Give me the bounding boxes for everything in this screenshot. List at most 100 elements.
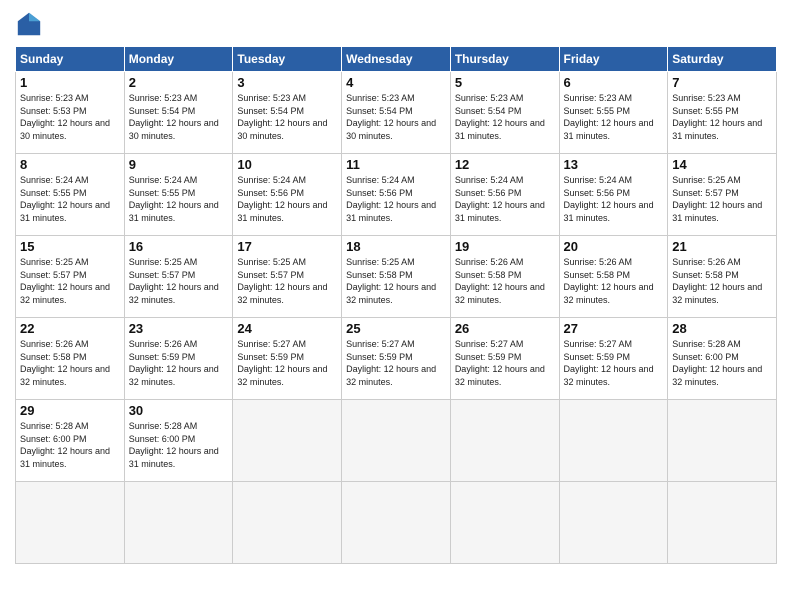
calendar-cell bbox=[233, 400, 342, 482]
calendar-cell bbox=[668, 482, 777, 564]
day-number: 28 bbox=[672, 321, 772, 336]
day-number: 21 bbox=[672, 239, 772, 254]
calendar-cell: 19 Sunrise: 5:26 AM Sunset: 5:58 PM Dayl… bbox=[450, 236, 559, 318]
day-info: Sunrise: 5:23 AM Sunset: 5:55 PM Dayligh… bbox=[672, 92, 772, 142]
calendar-cell: 1 Sunrise: 5:23 AM Sunset: 5:53 PM Dayli… bbox=[16, 72, 125, 154]
calendar-row: 15 Sunrise: 5:25 AM Sunset: 5:57 PM Dayl… bbox=[16, 236, 777, 318]
day-info: Sunrise: 5:25 AM Sunset: 5:57 PM Dayligh… bbox=[672, 174, 772, 224]
day-number: 23 bbox=[129, 321, 229, 336]
calendar-cell: 7 Sunrise: 5:23 AM Sunset: 5:55 PM Dayli… bbox=[668, 72, 777, 154]
day-number: 22 bbox=[20, 321, 120, 336]
day-number: 9 bbox=[129, 157, 229, 172]
day-info: Sunrise: 5:28 AM Sunset: 6:00 PM Dayligh… bbox=[672, 338, 772, 388]
calendar-row: 22 Sunrise: 5:26 AM Sunset: 5:58 PM Dayl… bbox=[16, 318, 777, 400]
day-info: Sunrise: 5:27 AM Sunset: 5:59 PM Dayligh… bbox=[237, 338, 337, 388]
day-info: Sunrise: 5:26 AM Sunset: 5:59 PM Dayligh… bbox=[129, 338, 229, 388]
day-number: 18 bbox=[346, 239, 446, 254]
calendar-cell: 3 Sunrise: 5:23 AM Sunset: 5:54 PM Dayli… bbox=[233, 72, 342, 154]
header-sunday: Sunday bbox=[16, 47, 125, 72]
calendar-row: 29 Sunrise: 5:28 AM Sunset: 6:00 PM Dayl… bbox=[16, 400, 777, 482]
calendar-table: Sunday Monday Tuesday Wednesday Thursday… bbox=[15, 46, 777, 564]
header bbox=[15, 10, 777, 38]
calendar-cell bbox=[342, 400, 451, 482]
day-info: Sunrise: 5:23 AM Sunset: 5:55 PM Dayligh… bbox=[564, 92, 664, 142]
day-info: Sunrise: 5:26 AM Sunset: 5:58 PM Dayligh… bbox=[455, 256, 555, 306]
calendar-cell: 30 Sunrise: 5:28 AM Sunset: 6:00 PM Dayl… bbox=[124, 400, 233, 482]
day-number: 7 bbox=[672, 75, 772, 90]
day-info: Sunrise: 5:23 AM Sunset: 5:54 PM Dayligh… bbox=[455, 92, 555, 142]
day-number: 16 bbox=[129, 239, 229, 254]
calendar-cell: 10 Sunrise: 5:24 AM Sunset: 5:56 PM Dayl… bbox=[233, 154, 342, 236]
day-number: 4 bbox=[346, 75, 446, 90]
day-number: 13 bbox=[564, 157, 664, 172]
day-number: 30 bbox=[129, 403, 229, 418]
calendar-cell: 6 Sunrise: 5:23 AM Sunset: 5:55 PM Dayli… bbox=[559, 72, 668, 154]
day-info: Sunrise: 5:23 AM Sunset: 5:54 PM Dayligh… bbox=[129, 92, 229, 142]
day-number: 11 bbox=[346, 157, 446, 172]
calendar-cell bbox=[342, 482, 451, 564]
header-thursday: Thursday bbox=[450, 47, 559, 72]
day-info: Sunrise: 5:28 AM Sunset: 6:00 PM Dayligh… bbox=[20, 420, 120, 470]
calendar-cell bbox=[559, 482, 668, 564]
header-monday: Monday bbox=[124, 47, 233, 72]
calendar-cell: 8 Sunrise: 5:24 AM Sunset: 5:55 PM Dayli… bbox=[16, 154, 125, 236]
day-info: Sunrise: 5:27 AM Sunset: 5:59 PM Dayligh… bbox=[346, 338, 446, 388]
day-info: Sunrise: 5:25 AM Sunset: 5:58 PM Dayligh… bbox=[346, 256, 446, 306]
calendar-cell: 4 Sunrise: 5:23 AM Sunset: 5:54 PM Dayli… bbox=[342, 72, 451, 154]
day-number: 26 bbox=[455, 321, 555, 336]
page: Sunday Monday Tuesday Wednesday Thursday… bbox=[0, 0, 792, 612]
day-number: 1 bbox=[20, 75, 120, 90]
calendar-cell: 5 Sunrise: 5:23 AM Sunset: 5:54 PM Dayli… bbox=[450, 72, 559, 154]
calendar-cell: 26 Sunrise: 5:27 AM Sunset: 5:59 PM Dayl… bbox=[450, 318, 559, 400]
calendar-row: 8 Sunrise: 5:24 AM Sunset: 5:55 PM Dayli… bbox=[16, 154, 777, 236]
day-info: Sunrise: 5:28 AM Sunset: 6:00 PM Dayligh… bbox=[129, 420, 229, 470]
weekday-header-row: Sunday Monday Tuesday Wednesday Thursday… bbox=[16, 47, 777, 72]
day-number: 8 bbox=[20, 157, 120, 172]
calendar-cell: 12 Sunrise: 5:24 AM Sunset: 5:56 PM Dayl… bbox=[450, 154, 559, 236]
calendar-cell: 15 Sunrise: 5:25 AM Sunset: 5:57 PM Dayl… bbox=[16, 236, 125, 318]
calendar-cell: 17 Sunrise: 5:25 AM Sunset: 5:57 PM Dayl… bbox=[233, 236, 342, 318]
calendar-row bbox=[16, 482, 777, 564]
day-number: 17 bbox=[237, 239, 337, 254]
day-info: Sunrise: 5:24 AM Sunset: 5:56 PM Dayligh… bbox=[455, 174, 555, 224]
day-info: Sunrise: 5:24 AM Sunset: 5:56 PM Dayligh… bbox=[237, 174, 337, 224]
calendar-cell: 25 Sunrise: 5:27 AM Sunset: 5:59 PM Dayl… bbox=[342, 318, 451, 400]
day-number: 29 bbox=[20, 403, 120, 418]
calendar-cell bbox=[233, 482, 342, 564]
calendar-cell: 28 Sunrise: 5:28 AM Sunset: 6:00 PM Dayl… bbox=[668, 318, 777, 400]
day-number: 15 bbox=[20, 239, 120, 254]
day-info: Sunrise: 5:23 AM Sunset: 5:54 PM Dayligh… bbox=[346, 92, 446, 142]
day-info: Sunrise: 5:23 AM Sunset: 5:53 PM Dayligh… bbox=[20, 92, 120, 142]
calendar-cell bbox=[450, 482, 559, 564]
day-number: 24 bbox=[237, 321, 337, 336]
calendar-cell: 20 Sunrise: 5:26 AM Sunset: 5:58 PM Dayl… bbox=[559, 236, 668, 318]
logo bbox=[15, 10, 45, 38]
day-info: Sunrise: 5:25 AM Sunset: 5:57 PM Dayligh… bbox=[20, 256, 120, 306]
calendar-cell bbox=[450, 400, 559, 482]
calendar-cell: 11 Sunrise: 5:24 AM Sunset: 5:56 PM Dayl… bbox=[342, 154, 451, 236]
calendar-cell bbox=[124, 482, 233, 564]
day-info: Sunrise: 5:24 AM Sunset: 5:55 PM Dayligh… bbox=[20, 174, 120, 224]
day-number: 6 bbox=[564, 75, 664, 90]
day-number: 25 bbox=[346, 321, 446, 336]
calendar-cell: 24 Sunrise: 5:27 AM Sunset: 5:59 PM Dayl… bbox=[233, 318, 342, 400]
day-info: Sunrise: 5:24 AM Sunset: 5:56 PM Dayligh… bbox=[564, 174, 664, 224]
day-number: 3 bbox=[237, 75, 337, 90]
day-number: 10 bbox=[237, 157, 337, 172]
header-tuesday: Tuesday bbox=[233, 47, 342, 72]
day-info: Sunrise: 5:24 AM Sunset: 5:56 PM Dayligh… bbox=[346, 174, 446, 224]
day-number: 14 bbox=[672, 157, 772, 172]
calendar-cell: 2 Sunrise: 5:23 AM Sunset: 5:54 PM Dayli… bbox=[124, 72, 233, 154]
calendar-cell: 29 Sunrise: 5:28 AM Sunset: 6:00 PM Dayl… bbox=[16, 400, 125, 482]
calendar-cell: 9 Sunrise: 5:24 AM Sunset: 5:55 PM Dayli… bbox=[124, 154, 233, 236]
day-info: Sunrise: 5:25 AM Sunset: 5:57 PM Dayligh… bbox=[237, 256, 337, 306]
calendar-cell bbox=[16, 482, 125, 564]
day-number: 19 bbox=[455, 239, 555, 254]
calendar-cell: 14 Sunrise: 5:25 AM Sunset: 5:57 PM Dayl… bbox=[668, 154, 777, 236]
calendar-row: 1 Sunrise: 5:23 AM Sunset: 5:53 PM Dayli… bbox=[16, 72, 777, 154]
day-number: 12 bbox=[455, 157, 555, 172]
calendar-cell: 13 Sunrise: 5:24 AM Sunset: 5:56 PM Dayl… bbox=[559, 154, 668, 236]
day-info: Sunrise: 5:27 AM Sunset: 5:59 PM Dayligh… bbox=[564, 338, 664, 388]
day-number: 2 bbox=[129, 75, 229, 90]
logo-icon bbox=[15, 10, 43, 38]
